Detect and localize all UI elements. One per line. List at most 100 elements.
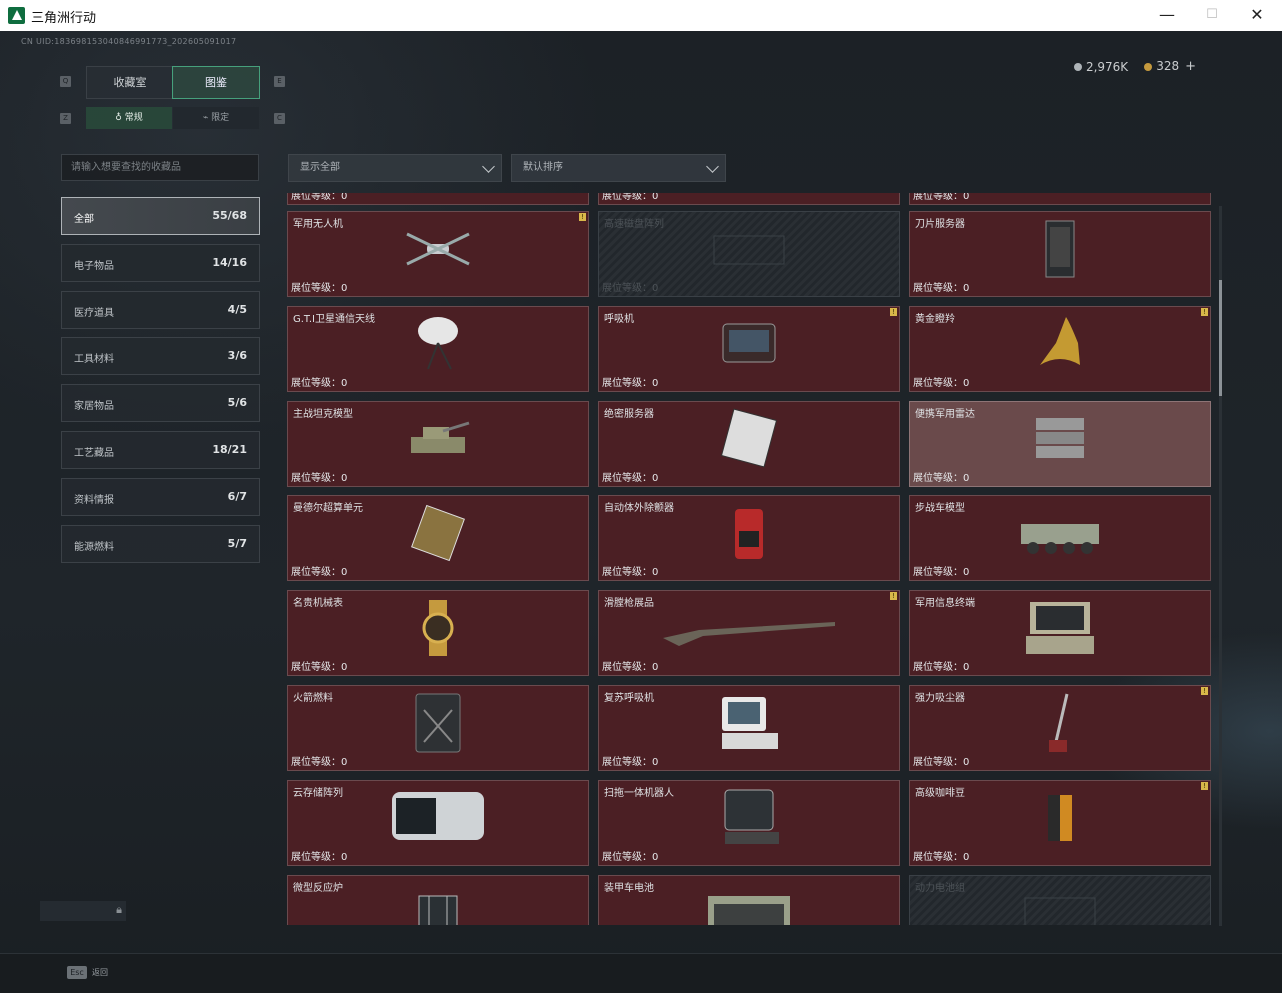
- display-level: 展位等级：0: [913, 567, 970, 579]
- item-name: 装甲车电池: [604, 882, 654, 894]
- warning-icon: !: [1201, 687, 1208, 695]
- category-count: 14/16: [212, 255, 247, 269]
- game-screen: CN UID:183698153040846991773_20260509101…: [0, 31, 1282, 993]
- esc-key-hint[interactable]: Esc: [67, 966, 87, 979]
- collection-card[interactable]: 黄金瞪羚! 展位等级：0: [909, 305, 1211, 392]
- key-z-hint: Z: [60, 113, 71, 124]
- display-level: 展位等级：0: [602, 757, 659, 768]
- item-name: 自动体外除颤器: [604, 503, 674, 515]
- collection-card[interactable]: 主战坦克模型 展位等级：0: [287, 400, 589, 487]
- collection-card-partial[interactable]: 展位等级：0: [287, 193, 589, 205]
- collection-card[interactable]: 微型反应炉展位等级：0: [287, 874, 589, 925]
- collection-card[interactable]: 动力电池组展位等级：0: [909, 874, 1211, 925]
- collection-card[interactable]: 名贵机械表 展位等级：0: [287, 590, 589, 677]
- item-name: 火箭燃料: [293, 693, 333, 704]
- app-logo-icon: [8, 7, 25, 24]
- collection-card[interactable]: G.T.I卫星通信天线 展位等级：0: [287, 305, 589, 392]
- display-level: 展位等级：0: [291, 193, 348, 202]
- collection-card-partial[interactable]: 展位等级：0: [909, 193, 1211, 205]
- collection-card[interactable]: 火箭燃料 展位等级：0: [287, 685, 589, 771]
- gold-amount: 328: [1156, 59, 1180, 73]
- display-level: 展位等级：0: [913, 193, 970, 202]
- collection-card[interactable]: 强力吸尘器! 展位等级：0: [909, 685, 1211, 771]
- tab-catalog[interactable]: 图鉴: [172, 66, 260, 99]
- category-item[interactable]: 工艺藏品 18/21: [61, 431, 260, 469]
- collection-card[interactable]: 自动体外除颤器 展位等级：0: [598, 495, 900, 582]
- close-button[interactable]: ✕: [1242, 4, 1272, 26]
- display-level: 展位等级：0: [602, 193, 659, 202]
- fuel-can-icon: [410, 690, 466, 760]
- chevron-down-icon: [706, 160, 719, 173]
- collection-card[interactable]: 扫拖一体机器人 展位等级：0: [598, 779, 900, 866]
- collection-card[interactable]: 装甲车电池展位等级：0: [598, 874, 900, 925]
- collection-card[interactable]: 便携军用雷达 展位等级：0: [909, 400, 1211, 487]
- drone-icon: [403, 224, 473, 278]
- window-titlebar: 三角洲行动 — ☐ ✕: [0, 0, 1282, 32]
- maximize-button[interactable]: ☐: [1197, 4, 1227, 26]
- category-item[interactable]: 电子物品 14/16: [61, 243, 260, 282]
- collection-card[interactable]: 高级咖啡豆! 展位等级：0: [909, 779, 1211, 866]
- add-currency-button[interactable]: +: [1185, 59, 1196, 74]
- search-input[interactable]: 请输入想要查找的收藏品: [61, 154, 259, 181]
- collection-card[interactable]: 高速磁盘阵列 展位等级：0: [598, 211, 900, 297]
- chevron-down-icon: [482, 160, 495, 173]
- item-name: 名贵机械表: [293, 598, 343, 610]
- item-name: 刀片服务器: [915, 219, 965, 230]
- subtab-limited[interactable]: ⌁ 限定: [173, 107, 259, 129]
- display-level: 展位等级：0: [291, 472, 348, 484]
- gold-currency[interactable]: 328 +: [1144, 59, 1196, 74]
- item-name: 高级咖啡豆: [915, 787, 965, 799]
- display-level: 展位等级：0: [602, 472, 659, 484]
- collection-card[interactable]: 曼德尔超算单元 展位等级：0: [287, 495, 589, 582]
- silver-amount: 2,976K: [1085, 59, 1129, 74]
- category-label: 全部: [74, 214, 94, 225]
- disk-array-icon: [704, 224, 794, 278]
- category-item[interactable]: 医疗道具 4/5: [61, 290, 260, 329]
- item-name: 步战车模型: [915, 503, 965, 515]
- category-count: 4/5: [227, 302, 247, 316]
- collection-card-partial[interactable]: 展位等级：0: [598, 193, 900, 205]
- item-name: 主战坦克模型: [293, 408, 353, 420]
- footer-bar: Esc 返回: [0, 953, 1282, 993]
- sort-value: 默认排序: [523, 162, 563, 173]
- tab-collection-room[interactable]: 收藏室: [86, 66, 174, 99]
- collection-card[interactable]: 滑膛枪展品! 展位等级：0: [598, 590, 900, 677]
- collection-card[interactable]: 绝密服务器 展位等级：0: [598, 400, 900, 487]
- category-item[interactable]: 工具材料 3/6: [61, 337, 260, 376]
- collection-card[interactable]: 呼吸机! 展位等级：0: [598, 305, 900, 392]
- category-count: 5/7: [227, 536, 247, 550]
- lock-panel: 🔒︎: [40, 901, 126, 921]
- minimize-button[interactable]: —: [1152, 4, 1182, 26]
- lock-icon: 🔒︎: [116, 903, 122, 916]
- display-filter-dropdown[interactable]: 显示全部: [288, 154, 502, 182]
- back-button[interactable]: 返回: [92, 967, 108, 978]
- warning-icon: !: [890, 307, 897, 316]
- collection-card[interactable]: 步战车模型展位等级：0: [909, 495, 1211, 582]
- collection-card[interactable]: 云存储阵列 展位等级：0: [287, 779, 589, 866]
- sort-dropdown[interactable]: 默认排序: [511, 154, 726, 182]
- category-item[interactable]: 资料情报 6/7: [61, 477, 260, 516]
- display-level: 展位等级：0: [602, 377, 659, 389]
- silver-currency: 2,976K: [1073, 59, 1129, 74]
- category-item[interactable]: 能源燃料 5/7: [61, 524, 260, 563]
- limited-icon: ⌁: [202, 113, 212, 123]
- category-label: 能源燃料: [74, 541, 114, 553]
- collection-card[interactable]: 复苏呼吸机 展位等级：0: [598, 685, 900, 771]
- item-name: 滑膛枪展品: [604, 598, 654, 610]
- item-name: 微型反应炉: [293, 882, 343, 894]
- category-item[interactable]: 家居物品 5/6: [61, 384, 260, 423]
- supercomputer-icon: [408, 503, 468, 567]
- warning-icon: !: [1201, 307, 1208, 316]
- scrollbar-thumb[interactable]: [1219, 280, 1222, 396]
- subtab-normal[interactable]: ♁ 常规: [86, 107, 172, 129]
- item-name: 军用无人机: [293, 219, 343, 230]
- collection-card[interactable]: 刀片服务器 展位等级：0: [909, 211, 1211, 297]
- vacuum-icon: [1045, 690, 1075, 760]
- warning-icon: !: [579, 213, 586, 221]
- item-name: 扫拖一体机器人: [604, 787, 674, 799]
- category-item[interactable]: 全部 55/68: [61, 197, 260, 235]
- collection-card[interactable]: 军用无人机! 展位等级：0: [287, 211, 589, 297]
- category-label: 工具材料: [74, 354, 114, 366]
- subtab-limited-label: 限定: [211, 113, 230, 123]
- collection-card[interactable]: 军用信息终端 展位等级：0: [909, 590, 1211, 677]
